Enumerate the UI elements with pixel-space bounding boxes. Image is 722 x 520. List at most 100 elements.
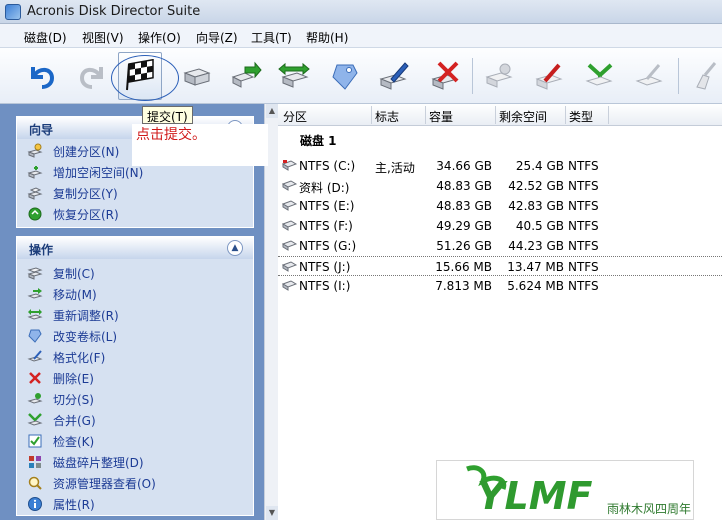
table-row[interactable]: 资料 (D:) 48.83 GB 42.52 GB NTFS [278, 176, 722, 196]
task-merge[interactable]: 合并(G) [27, 410, 96, 430]
task-check[interactable]: 检查(K) [27, 431, 94, 451]
resize-button[interactable] [272, 52, 316, 100]
task-copy[interactable]: 复制(C) [27, 263, 95, 283]
checkered-flag-icon [126, 59, 154, 91]
merge-icon [585, 63, 613, 86]
column-capacity[interactable]: 容量 [429, 108, 453, 125]
format-button[interactable] [372, 52, 416, 100]
task-copy-partition[interactable]: 复制分区(Y) [27, 183, 118, 203]
cell-capacity: 48.83 GB [436, 199, 492, 213]
menu-disk[interactable]: 磁盘(D) [24, 29, 67, 46]
task-label: 改变卷标(L) [53, 329, 118, 344]
disk-label: 磁盘 1 [300, 134, 337, 148]
cell-partition: NTFS (J:) [299, 260, 351, 274]
change-label-button[interactable] [322, 52, 366, 100]
vertical-scrollbar[interactable]: ▲ ▼ [264, 104, 278, 520]
logo-wordmark: YLMF [477, 474, 593, 518]
column-divider[interactable] [608, 106, 609, 124]
task-move[interactable]: 移动(M) [27, 284, 97, 304]
scroll-up-icon[interactable]: ▲ [266, 104, 278, 118]
column-free-space[interactable]: 剩余空间 [499, 108, 547, 125]
cell-flag: 主,活动 [375, 161, 415, 175]
menu-view[interactable]: 视图(V) [82, 29, 124, 46]
cell-free-space: 42.52 GB [508, 179, 564, 193]
task-format[interactable]: 格式化(F) [27, 347, 105, 367]
cleanup-button[interactable] [682, 52, 722, 100]
menu-wizard[interactable]: 向导(Z) [196, 29, 238, 46]
column-type[interactable]: 类型 [569, 108, 593, 125]
task-split[interactable]: 切分(S) [27, 389, 94, 409]
column-divider[interactable] [425, 106, 426, 124]
table-row[interactable]: NTFS (I:) 7.813 MB 5.624 MB NTFS [278, 276, 722, 296]
task-change-label[interactable]: 改变卷标(L) [27, 326, 117, 346]
magnifier-icon [27, 475, 43, 491]
menu-help[interactable]: 帮助(H) [306, 29, 348, 46]
task-label: 复制(C) [53, 266, 95, 281]
info-icon [27, 496, 43, 512]
check-button[interactable] [528, 52, 572, 100]
table-row[interactable]: NTFS (C:) 主,活动 34.66 GB 25.4 GB NTFS [278, 156, 722, 176]
commit-tooltip: 提交(T) [142, 106, 193, 124]
column-divider[interactable] [495, 106, 496, 124]
table-row[interactable]: NTFS (E:) 48.83 GB 42.83 GB NTFS [278, 196, 722, 216]
cell-type: NTFS [568, 239, 599, 253]
task-label: 格式化(F) [53, 350, 106, 365]
task-create-partition[interactable]: 创建分区(N) [27, 141, 119, 161]
menu-operation[interactable]: 操作(O) [138, 29, 181, 46]
merge-icon [27, 412, 43, 428]
wizard-panel-title: 向导 [29, 123, 54, 137]
column-partition[interactable]: 分区 [283, 108, 307, 125]
task-delete[interactable]: 删除(E) [27, 368, 94, 388]
create-partition-button[interactable] [174, 52, 218, 100]
move-icon [27, 286, 43, 302]
task-resize[interactable]: 重新调整(R) [27, 305, 119, 325]
column-flag[interactable]: 标志 [375, 108, 399, 125]
undo-icon [31, 67, 55, 89]
logo-caption: 雨林木风四周年 [607, 502, 691, 516]
delete-button[interactable] [424, 52, 468, 100]
cell-free-space: 40.5 GB [515, 219, 564, 233]
label-tag-icon [27, 328, 43, 344]
drive-icon [282, 200, 297, 211]
merge-button[interactable] [578, 52, 622, 100]
cell-partition: NTFS (I:) [299, 279, 351, 293]
move-button[interactable] [224, 52, 268, 100]
cell-capacity: 48.83 GB [436, 179, 492, 193]
cell-free-space: 44.23 GB [508, 239, 564, 253]
task-label: 创建分区(N) [53, 144, 120, 159]
split-button[interactable] [478, 52, 522, 100]
delete-icon [431, 61, 459, 90]
ylmf-logo: YLMF 雨林木风四周年 [436, 460, 694, 520]
cell-capacity: 7.813 MB [435, 279, 492, 293]
defrag-button[interactable] [628, 52, 672, 100]
scroll-down-icon[interactable]: ▼ [266, 506, 278, 520]
column-divider[interactable] [371, 106, 372, 124]
operations-panel-header[interactable]: 操作 ▲ [17, 237, 253, 259]
undo-button[interactable] [20, 52, 64, 100]
redo-icon [79, 67, 103, 89]
annotation-text: 点击提交。 [136, 127, 206, 143]
task-explorer-view[interactable]: 资源管理器查看(O) [27, 473, 156, 493]
table-row[interactable]: NTFS (F:) 49.29 GB 40.5 GB NTFS [278, 216, 722, 236]
drive-icon [282, 261, 297, 272]
task-add-free-space[interactable]: 增加空闲空间(N) [27, 162, 143, 182]
task-recover-partition[interactable]: 恢复分区(R) [27, 204, 119, 224]
collapse-icon[interactable]: ▲ [227, 240, 243, 256]
redo-button[interactable] [70, 52, 114, 100]
task-defrag[interactable]: 磁盘碎片整理(D) [27, 452, 144, 472]
menu-tools[interactable]: 工具(T) [251, 29, 292, 46]
wand-icon [535, 63, 563, 90]
cell-type: NTFS [568, 279, 599, 293]
drive-icon [282, 240, 297, 251]
broom-icon [635, 64, 663, 86]
table-row[interactable]: NTFS (J:) 15.66 MB 13.47 MB NTFS [278, 256, 722, 276]
task-properties[interactable]: 属性(R) [27, 494, 95, 514]
cell-free-space: 42.83 GB [508, 199, 564, 213]
checkbox-icon [27, 433, 43, 449]
commit-button[interactable] [118, 52, 162, 100]
cell-free-space: 5.624 MB [507, 279, 564, 293]
task-pane: 向导 ▲ 创建分区(N) 增加空闲空间(N) 复制分区(Y) 恢复分区(R) 操… [0, 104, 264, 520]
column-divider[interactable] [565, 106, 566, 124]
task-label: 复制分区(Y) [53, 186, 118, 201]
table-row[interactable]: NTFS (G:) 51.26 GB 44.23 GB NTFS [278, 236, 722, 256]
